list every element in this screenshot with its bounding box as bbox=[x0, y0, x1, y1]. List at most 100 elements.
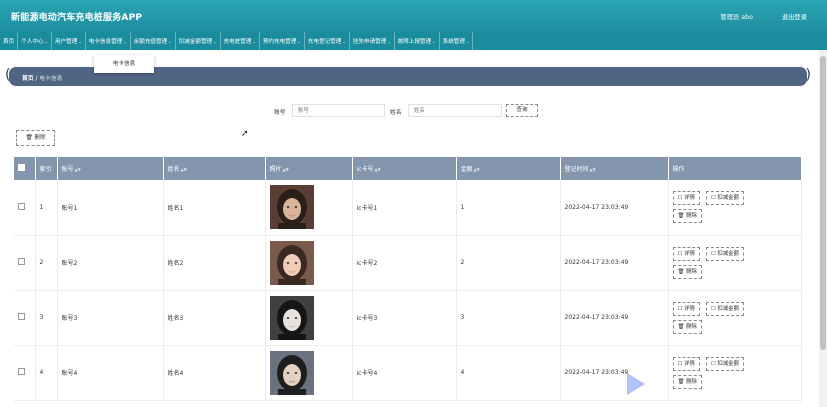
col-time[interactable]: 登记时间▲▼ bbox=[560, 157, 669, 180]
table-row[interactable]: 3 账号3 姓名3 ic卡号3 3 2022-04-17 23:03:49 ☐ 详情 ☐ 扣减… bbox=[14, 290, 802, 346]
col-photo[interactable]: 照片▲▼ bbox=[265, 157, 353, 180]
nav-item-9[interactable]: 挂失申请管理 ⌄ bbox=[350, 32, 395, 50]
cell-ic: ic卡号3 bbox=[352, 290, 457, 346]
deduct-button[interactable]: ☐ 扣减金额 bbox=[705, 191, 744, 206]
logout-link[interactable]: 退出登录 bbox=[782, 12, 807, 21]
delete-button[interactable]: 🗑 删除 bbox=[672, 209, 702, 224]
select-all-checkbox[interactable] bbox=[18, 164, 25, 171]
chevron-down-icon: ⌄ bbox=[123, 38, 127, 44]
deduct-button[interactable]: ☐ 扣减金额 bbox=[705, 246, 744, 261]
select-all-cell[interactable] bbox=[14, 157, 36, 180]
nav-item-label: 电卡信息管理 bbox=[88, 39, 123, 45]
nav-item-4[interactable]: 余额充值管理 ⌄ bbox=[131, 32, 176, 50]
row-select-cell[interactable] bbox=[14, 235, 36, 291]
nav-item-11[interactable]: 系统管理 ⌄ bbox=[440, 32, 474, 50]
breadcrumb-separator: / bbox=[35, 76, 38, 82]
cell-photo bbox=[265, 180, 353, 236]
nav-item-10[interactable]: 故障上报管理 ⌄ bbox=[395, 32, 440, 50]
cell-ic: ic卡号4 bbox=[352, 345, 457, 401]
sort-icon[interactable]: ▲▼ bbox=[75, 167, 81, 172]
sort-icon[interactable]: ▲▼ bbox=[283, 167, 289, 172]
bracket-left-icon: ( bbox=[5, 67, 11, 83]
detail-button[interactable]: ☐ 详情 bbox=[672, 356, 700, 371]
delete-button[interactable]: 🗑 删除 bbox=[672, 319, 702, 334]
nav-item-2[interactable]: 用户管理 ⌄ bbox=[52, 32, 86, 50]
cell-time: 2022-04-17 23:03:49 bbox=[560, 290, 669, 346]
breadcrumb-current: 电卡信息 bbox=[39, 76, 63, 82]
nav-item-1[interactable]: 个人中心 ⌄ bbox=[18, 32, 52, 50]
table-row[interactable]: 1 账号1 姓名1 ic卡号1 1 2022-04-17 23:03:49 ☐ 详情 ☐ 扣减… bbox=[14, 180, 802, 236]
nav-item-label: 个人中心 bbox=[21, 39, 44, 45]
table-row[interactable]: 4 账号4 姓名4 ic卡号4 4 2022-04-17 23:03:49 ☐ 详情 ☐ 扣减… bbox=[14, 345, 802, 401]
table-row[interactable]: 2 账号2 姓名2 ic卡号2 2 2022-04-17 23:03:49 ☐ 详情 ☐ 扣减… bbox=[14, 235, 802, 291]
cell-account: 账号1 bbox=[57, 180, 164, 236]
row-select-cell[interactable] bbox=[14, 290, 36, 346]
chevron-down-icon: ⌄ bbox=[342, 38, 346, 44]
cell-index: 4 bbox=[35, 345, 58, 401]
sort-icon[interactable]: ▲▼ bbox=[374, 167, 380, 172]
main-nav: 首页 个人中心 ⌄ 用户管理 ⌄ 电卡信息管理 ⌄ 余额充值管理 ⌄ 扣减金额管理 ⌄ 充电桩管理 ⌄ 预… bbox=[0, 32, 827, 50]
nav-item-7[interactable]: 预约充电管理 ⌄ bbox=[260, 32, 305, 50]
nav-item-6[interactable]: 充电桩管理 ⌄ bbox=[221, 32, 260, 50]
delete-button[interactable]: 🗑 删除 bbox=[672, 264, 702, 279]
row-checkbox[interactable] bbox=[18, 258, 25, 265]
detail-button[interactable]: ☐ 详情 bbox=[672, 301, 700, 316]
cell-photo bbox=[265, 235, 353, 291]
dropdown-item-card-info[interactable]: 电卡信息 bbox=[94, 55, 154, 73]
account-input[interactable] bbox=[292, 104, 385, 117]
col-actions: 操作 bbox=[668, 157, 802, 180]
row-checkbox[interactable] bbox=[18, 313, 25, 320]
cell-photo bbox=[265, 345, 353, 401]
cell-photo bbox=[265, 290, 353, 346]
nav-item-label: 首页 bbox=[3, 39, 15, 45]
cell-time: 2022-04-17 23:03:49 bbox=[560, 345, 669, 401]
nav-item-8[interactable]: 充电登记管理 ⌄ bbox=[305, 32, 350, 50]
chevron-down-icon: ⌄ bbox=[432, 38, 436, 44]
batch-delete-label: 删除 bbox=[34, 135, 46, 141]
col-name[interactable]: 姓名▲▼ bbox=[163, 157, 266, 180]
avatar bbox=[269, 185, 314, 230]
cell-index: 3 bbox=[35, 290, 58, 346]
nav-item-label: 用户管理 bbox=[54, 39, 78, 45]
sort-icon[interactable]: ▲▼ bbox=[590, 167, 596, 172]
avatar bbox=[269, 295, 314, 340]
col-ic[interactable]: ic卡号▲▼ bbox=[352, 157, 457, 180]
row-select-cell[interactable] bbox=[14, 180, 36, 236]
cell-account: 账号2 bbox=[57, 235, 164, 291]
delete-button[interactable]: 🗑 删除 bbox=[672, 374, 702, 389]
row-select-cell[interactable] bbox=[14, 345, 36, 401]
delete-icon: 🗑 bbox=[677, 268, 687, 275]
detail-button[interactable]: ☐ 详情 bbox=[672, 191, 700, 206]
cell-actions: ☐ 详情 ☐ 扣减金额 🗑 删除 bbox=[668, 180, 802, 236]
cell-amount: 4 bbox=[456, 345, 561, 401]
row-checkbox[interactable] bbox=[18, 368, 25, 375]
nav-item-label: 故障上报管理 bbox=[397, 39, 432, 45]
sort-icon[interactable]: ▲▼ bbox=[474, 167, 480, 172]
nav-item-5[interactable]: 扣减金额管理 ⌄ bbox=[176, 32, 221, 50]
row-checkbox[interactable] bbox=[18, 202, 25, 210]
cell-account: 账号3 bbox=[57, 290, 164, 346]
cell-actions: ☐ 详情 ☐ 扣减金额 🗑 删除 bbox=[668, 235, 802, 291]
nav-item-label: 扣减金额管理 bbox=[178, 39, 213, 45]
bracket-right-icon: ) bbox=[805, 67, 811, 83]
breadcrumb-home[interactable]: 首页 bbox=[22, 76, 34, 82]
col-account[interactable]: 账号▲▼ bbox=[57, 157, 164, 180]
cell-name: 姓名3 bbox=[163, 290, 266, 346]
card-info-table: 索引 账号▲▼ 姓名▲▼ 照片▲▼ ic卡号▲▼ 金额▲▼ 登记时间▲▼ 操作 … bbox=[14, 157, 802, 401]
search-button[interactable]: 查询 bbox=[506, 104, 538, 117]
scrollbar-thumb[interactable] bbox=[820, 56, 826, 350]
deduct-button[interactable]: ☐ 扣减金额 bbox=[705, 301, 744, 316]
deduct-button[interactable]: ☐ 扣减金额 bbox=[705, 356, 744, 371]
col-amount[interactable]: 金额▲▼ bbox=[456, 157, 561, 180]
detail-button[interactable]: ☐ 详情 bbox=[672, 246, 700, 261]
avatar bbox=[269, 240, 314, 285]
nav-item-0[interactable]: 首页 bbox=[0, 32, 19, 50]
play-icon[interactable] bbox=[627, 373, 645, 395]
cell-actions: ☐ 详情 ☐ 扣减金额 🗑 删除 bbox=[668, 290, 802, 346]
nav-item-3[interactable]: 电卡信息管理 ⌄ bbox=[86, 32, 131, 50]
name-input[interactable] bbox=[408, 104, 502, 117]
batch-delete-button[interactable]: 🗑 删除 bbox=[16, 130, 55, 146]
chevron-down-icon: ⌄ bbox=[168, 38, 172, 44]
sort-icon[interactable]: ▲▼ bbox=[181, 167, 187, 172]
nav-item-label: 挂失申请管理 bbox=[352, 39, 387, 45]
